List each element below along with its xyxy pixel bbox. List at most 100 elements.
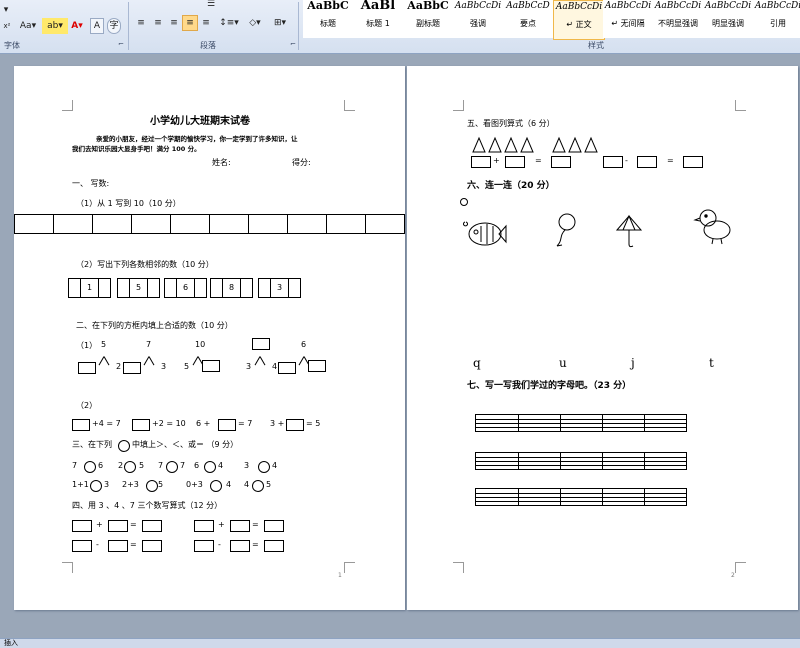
compare-circle[interactable] — [252, 480, 264, 492]
bond-left-number: 5 — [184, 362, 190, 371]
neighbor-box-group: 6 — [164, 278, 207, 298]
operator: = — [252, 540, 259, 549]
align-left-button[interactable]: ≡ — [133, 15, 149, 31]
answer-box[interactable] — [551, 156, 571, 168]
font-size-dropdown[interactable]: ▾ — [0, 2, 12, 18]
answer-box[interactable] — [72, 419, 90, 431]
char-circle-button[interactable]: 字 — [107, 18, 121, 34]
style-tile[interactable]: AaBl 标题 1 — [353, 0, 404, 38]
style-tile[interactable]: AaBbC 标题 — [303, 0, 354, 38]
highlight-button[interactable]: ab▾ — [42, 18, 68, 34]
blank-cell[interactable] — [241, 279, 252, 297]
four-line-grid[interactable] — [475, 488, 687, 506]
answer-box[interactable] — [264, 540, 284, 552]
answer-box[interactable] — [683, 156, 703, 168]
line-spacing-top-button[interactable]: ☰ — [200, 0, 222, 12]
answer-box[interactable] — [72, 520, 92, 532]
compare-circle[interactable] — [204, 461, 216, 473]
align-center-button[interactable]: ≡ — [150, 15, 166, 31]
margin-mark — [62, 562, 73, 573]
subscript-button[interactable]: x² — [0, 18, 14, 34]
bond-right-box[interactable] — [202, 360, 220, 372]
char-border-button[interactable]: A — [90, 18, 104, 34]
answer-box[interactable] — [230, 520, 250, 532]
compare-number: 4 — [244, 480, 250, 489]
blank-cell[interactable] — [69, 279, 81, 297]
exam-title: 小学幼儿大班期末试卷 — [150, 116, 250, 127]
letter-q: q — [473, 356, 481, 370]
answer-box[interactable] — [108, 540, 128, 552]
compare-circle[interactable] — [90, 480, 102, 492]
operator: - — [625, 156, 628, 165]
justify-button[interactable]: ≡ — [182, 15, 198, 31]
bond-left-box[interactable] — [78, 362, 96, 374]
line-spacing-button[interactable]: ↕≡▾ — [216, 15, 242, 31]
compare-number: 6 — [194, 461, 200, 470]
compare-number: 1+1 — [72, 480, 89, 489]
answer-box[interactable] — [132, 419, 150, 431]
four-line-grid[interactable] — [475, 414, 687, 432]
blank-cell[interactable] — [211, 279, 223, 297]
blank-cell[interactable] — [118, 279, 130, 297]
highlight-label: ab — [47, 21, 59, 31]
operator: + — [493, 156, 500, 165]
answer-box[interactable] — [603, 156, 623, 168]
answer-box[interactable] — [194, 540, 214, 552]
compare-circle[interactable] — [210, 480, 222, 492]
style-tile[interactable]: AaBbCcDi ↵ 无间隔 — [603, 0, 654, 38]
answer-box[interactable] — [505, 156, 525, 168]
change-case-button[interactable]: Aa▾ — [14, 18, 42, 34]
compare-circle-icon — [118, 440, 130, 452]
font-color-button[interactable]: A▾ — [66, 18, 88, 34]
bond-left-box[interactable] — [123, 362, 141, 374]
blank-cell[interactable] — [259, 279, 271, 297]
answer-box[interactable] — [108, 520, 128, 532]
align-right-button[interactable]: ≡ — [166, 15, 182, 31]
bond-right-box[interactable] — [308, 360, 326, 372]
compare-circle[interactable] — [124, 461, 136, 473]
blank-cell[interactable] — [195, 279, 206, 297]
answer-box[interactable] — [142, 520, 162, 532]
blank-cell[interactable] — [148, 279, 159, 297]
answer-box[interactable] — [471, 156, 491, 168]
style-sample: AaBbCcDi — [604, 1, 652, 11]
shading-button[interactable]: ◇▾ — [242, 15, 268, 31]
compare-number: 4 — [272, 461, 278, 470]
blank-cell[interactable] — [165, 279, 177, 297]
answer-box[interactable] — [194, 520, 214, 532]
borders-button[interactable]: ⊞▾ — [268, 15, 292, 31]
compare-circle[interactable] — [84, 461, 96, 473]
insert-mode-indicator[interactable]: 插入 — [0, 639, 18, 647]
paragraph-dialog-launcher[interactable]: ⌐ — [290, 40, 296, 48]
compare-circle[interactable] — [166, 461, 178, 473]
compare-circle[interactable] — [258, 461, 270, 473]
style-tile[interactable]: AaBbCcDi ↵ 正文 — [553, 0, 605, 40]
answer-box[interactable] — [72, 540, 92, 552]
section-2-2-label: （2） — [76, 401, 98, 410]
grid-line — [560, 415, 561, 431]
style-tile[interactable]: AaBbC 副标题 — [403, 0, 454, 38]
answer-box[interactable] — [286, 419, 304, 431]
answer-box[interactable] — [637, 156, 657, 168]
bond-left-box[interactable] — [278, 362, 296, 374]
answer-box[interactable] — [230, 540, 250, 552]
blank-cell[interactable] — [289, 279, 300, 297]
letter-j: j — [631, 356, 635, 370]
blank-cell[interactable] — [99, 279, 110, 297]
style-tile[interactable]: AaBbCcDi 强调 — [453, 0, 504, 38]
compare-circle[interactable] — [146, 480, 158, 492]
compare-number: 7 — [72, 461, 78, 470]
style-tile[interactable]: AaBbCcDi 明显强调 — [703, 0, 754, 38]
compare-number: 2 — [118, 461, 124, 470]
font-dialog-launcher[interactable]: ⌐ — [118, 40, 124, 48]
style-tile[interactable]: AaBbCcD 要点 — [503, 0, 554, 38]
answer-box[interactable] — [142, 540, 162, 552]
answer-box[interactable] — [264, 520, 284, 532]
style-tile[interactable]: AaBbCcDi 不明显强调 — [653, 0, 704, 38]
four-line-grid[interactable] — [475, 452, 687, 470]
distributed-button[interactable]: ≡ — [198, 15, 214, 31]
bond-top-number: 5 — [101, 340, 107, 349]
bond-top-box[interactable] — [252, 338, 270, 350]
answer-box[interactable] — [218, 419, 236, 431]
style-tile[interactable]: AaBbCcDi 引用 — [753, 0, 800, 38]
